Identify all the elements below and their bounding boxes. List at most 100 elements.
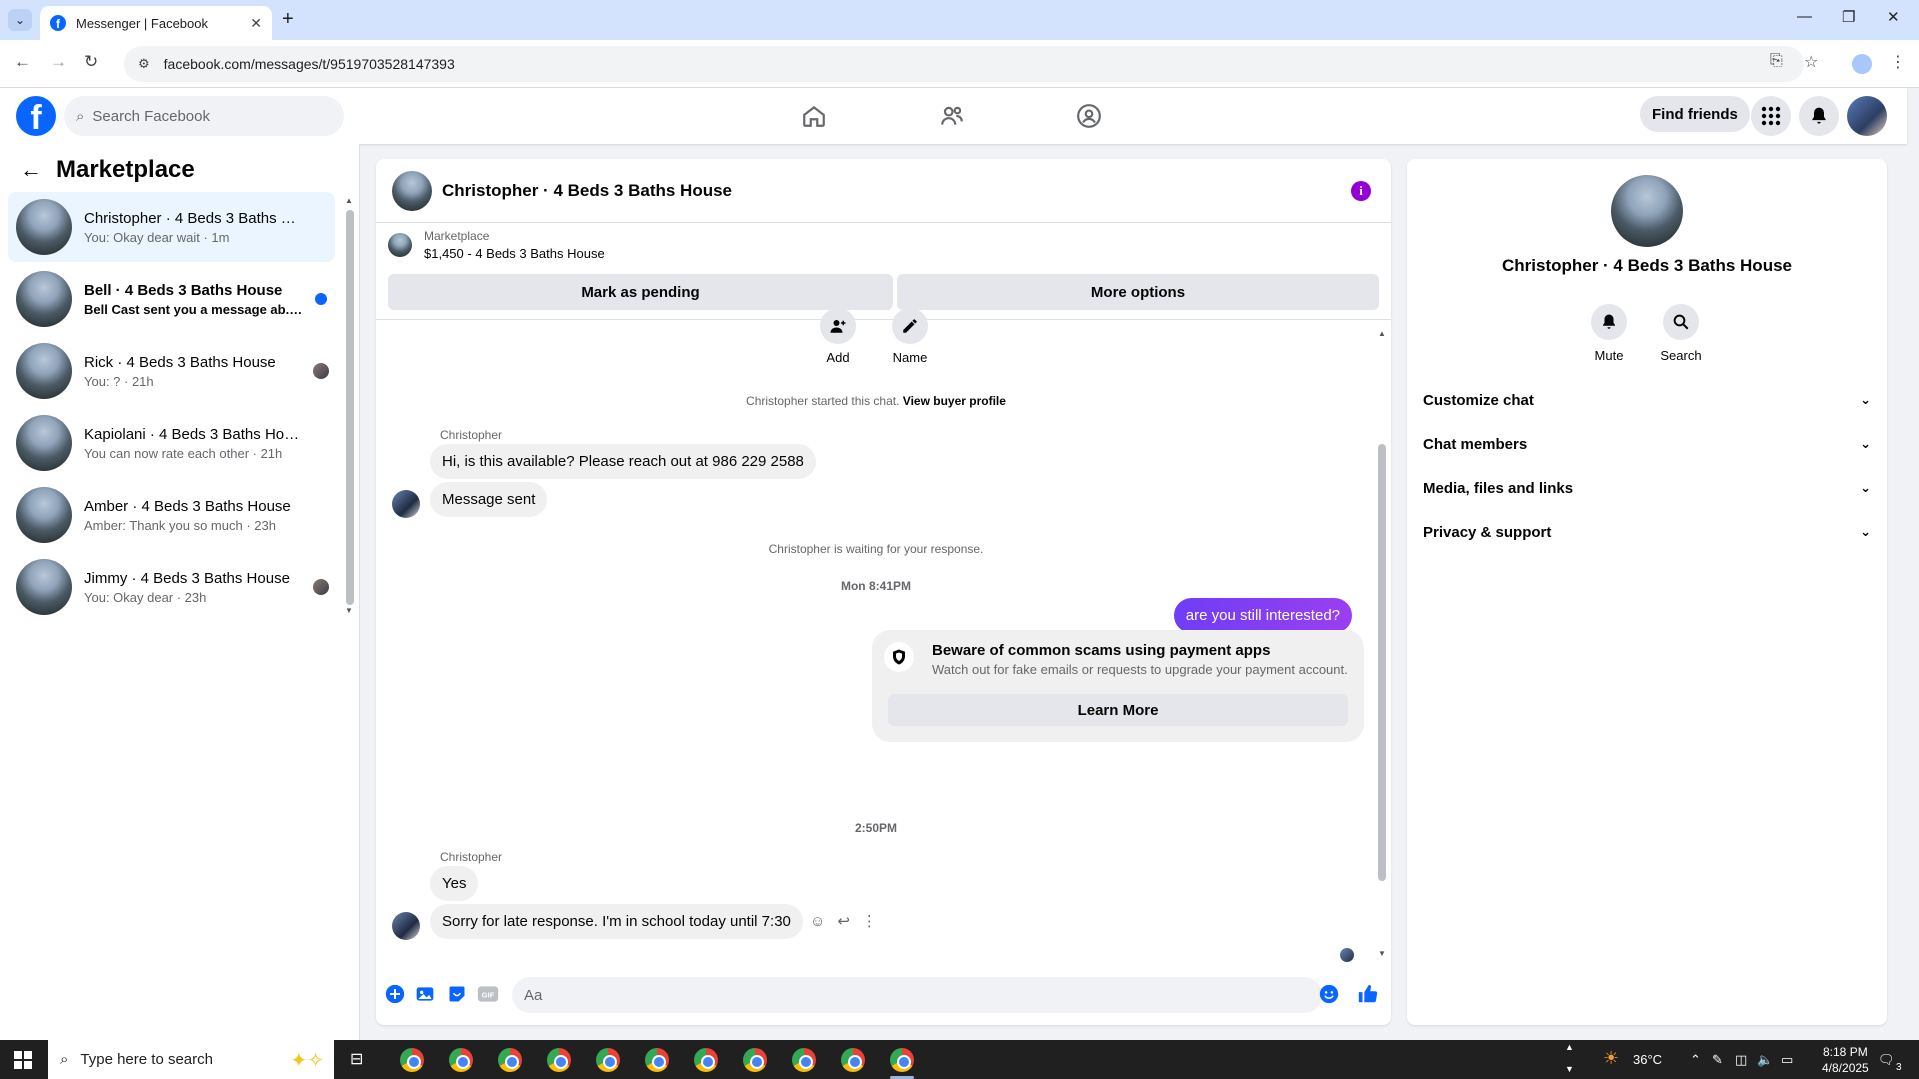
taskbar-search-input[interactable] [80,1051,241,1068]
mark-as-pending-button[interactable]: Mark as pending [388,274,893,310]
close-window-icon[interactable]: ✕ [1887,8,1900,26]
info-icon[interactable]: i [1351,181,1371,201]
notification-center-icon[interactable]: 🗨 [1878,1040,1895,1079]
chrome-icon[interactable] [890,1048,914,1072]
show-hidden-icons-icon[interactable]: ⌃ [1690,1040,1701,1079]
facebook-search-box[interactable]: ⌕ [64,96,344,136]
gif-icon[interactable]: GIF [477,983,499,1005]
find-friends-button[interactable]: Find friends [1640,96,1750,132]
customize-chat-section[interactable]: Customize chat ⌄ [1423,382,1871,418]
close-tab-icon[interactable]: ✕ [250,15,262,32]
taskbar-search-box[interactable]: ⌕ ✦✧ [48,1040,334,1079]
browser-tab-messenger[interactable]: f Messenger | Facebook ✕ [40,6,272,40]
back-arrow-icon[interactable]: ← [20,157,42,183]
chrome-icon[interactable] [547,1048,571,1072]
scrollbar-thumb[interactable] [1378,444,1386,881]
sender-avatar[interactable] [392,912,420,940]
conversation-item[interactable]: Bell · 4 Beds 3 Baths House Bell Cast se… [8,264,335,334]
scroll-down-icon[interactable]: ▼ [345,606,353,615]
sidebar-scrollbar[interactable]: ▲ ▼ [345,196,355,616]
sender-avatar[interactable] [392,490,420,518]
pen-icon[interactable]: ✎ [1712,1040,1723,1079]
scroll-down-icon[interactable]: ▼ [1565,1064,1574,1074]
network-icon[interactable]: ▭ [1781,1040,1793,1079]
scroll-up-icon[interactable]: ▲ [345,196,353,205]
home-icon[interactable] [796,98,832,134]
search-action[interactable]: Search [1651,304,1711,363]
back-icon[interactable]: ← [14,52,31,72]
temperature[interactable]: 36°C [1633,1040,1662,1079]
conversation-item[interactable]: Christopher · 4 Beds 3 Baths House You: … [8,192,335,262]
chrome-icon[interactable] [792,1048,816,1072]
menu-grid-icon[interactable] [1751,96,1791,136]
emoji-icon[interactable] [1318,983,1340,1005]
account-avatar[interactable] [1847,96,1887,136]
restore-icon[interactable]: ❐ [1842,8,1855,26]
notifications-bell-icon[interactable] [1799,96,1839,136]
mute-action[interactable]: Mute [1579,304,1639,363]
details-listing-thumbnail[interactable] [1611,175,1683,247]
bookmark-star-icon[interactable]: ☆ [1804,52,1818,72]
message-bubble[interactable]: Message sent [430,482,548,517]
volume-icon[interactable]: 🔈 [1757,1040,1773,1079]
device-icon[interactable]: ◫ [1735,1040,1747,1079]
scrollbar-thumb[interactable] [346,210,354,605]
chat-title[interactable]: Christopher · 4 Beds 3 Baths House [442,181,732,201]
system-clock[interactable]: 8:18 PM 4/8/2025 [1822,1044,1869,1076]
forward-icon[interactable]: → [50,52,67,72]
learn-more-button[interactable]: Learn More [888,694,1348,726]
message-bubble[interactable]: Hi, is this available? Please reach out … [430,444,816,479]
new-tab-button[interactable]: + [282,8,294,31]
message-bubble[interactable]: Sorry for late response. I'm in school t… [430,904,803,939]
chat-scrollbar[interactable]: ▲ ▼ [1376,329,1388,959]
chrome-icon[interactable] [841,1048,865,1072]
view-buyer-profile-link[interactable]: View buyer profile [903,394,1006,408]
media-files-links-section[interactable]: Media, files and links ⌄ [1423,470,1871,506]
conversation-item[interactable]: Amber · 4 Beds 3 Baths House Amber: Than… [8,480,335,550]
reload-icon[interactable]: ↻ [84,52,98,72]
groups-icon[interactable] [1071,98,1107,134]
site-info-icon[interactable]: ⚙ [138,56,150,72]
photo-icon[interactable] [414,983,436,1005]
facebook-search-input[interactable] [92,107,313,125]
windows-start-icon[interactable] [14,1051,32,1069]
weather-icon[interactable]: ☀ [1603,1048,1619,1069]
tab-list-button[interactable]: ⌄ [8,9,32,31]
omnibox[interactable]: ⚙ facebook.com/messages/t/95197035281473… [124,46,1804,82]
browser-profile-icon[interactable] [1852,54,1872,74]
friends-icon[interactable] [934,98,970,134]
chrome-icon[interactable] [743,1048,767,1072]
chrome-icon[interactable] [645,1048,669,1072]
chrome-icon[interactable] [400,1048,424,1072]
sticker-icon[interactable] [446,983,468,1005]
chat-members-section[interactable]: Chat members ⌄ [1423,426,1871,462]
conversation-item[interactable]: Kapiolani · 4 Beds 3 Baths House You can… [8,408,335,478]
scroll-down-icon[interactable]: ▼ [1378,949,1386,958]
chat-listing-thumbnail[interactable] [392,170,432,211]
minimize-icon[interactable]: — [1797,8,1812,25]
quick-name-action[interactable]: Name [880,308,940,365]
plus-circle-icon[interactable] [384,983,406,1005]
more-options-button[interactable]: More options [897,274,1379,310]
install-app-icon[interactable]: ⎘ [1770,52,1783,70]
facebook-logo[interactable]: f [16,96,56,136]
chrome-icon[interactable] [596,1048,620,1072]
message-input-box[interactable] [512,977,1322,1013]
quick-add-action[interactable]: Add [808,308,868,365]
reply-icon[interactable]: ↩ [837,912,850,930]
privacy-support-section[interactable]: Privacy & support ⌄ [1423,514,1871,550]
react-emoji-icon[interactable]: ☺ [810,913,825,930]
more-actions-icon[interactable]: ⋮ [862,912,877,930]
chrome-icon[interactable] [694,1048,718,1072]
chrome-icon[interactable] [449,1048,473,1072]
my-message-bubble[interactable]: are you still interested? [1173,598,1352,633]
browser-menu-icon[interactable]: ⋮ [1890,52,1906,72]
message-bubble[interactable]: Yes [430,866,479,901]
conversation-item[interactable]: Rick · 4 Beds 3 Baths House You: ? · 21h [8,336,335,406]
scroll-up-icon[interactable]: ▲ [1378,329,1386,338]
scroll-up-icon[interactable]: ▲ [1565,1042,1574,1052]
task-view-icon[interactable]: ⊟ [350,1049,363,1069]
url-text[interactable]: facebook.com/messages/t/9519703528147393 [164,56,455,72]
conversation-item[interactable]: Jimmy · 4 Beds 3 Baths House You: Okay d… [8,552,335,622]
thumbs-up-icon[interactable] [1357,983,1379,1005]
